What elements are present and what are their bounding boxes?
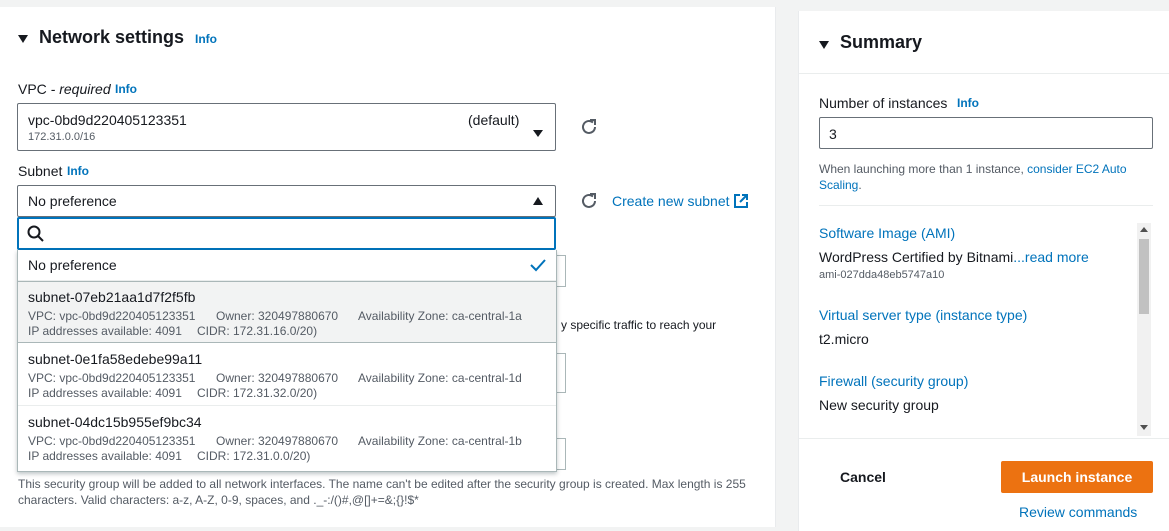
option-title: No preference [28, 257, 117, 273]
vpc-info-link[interactable]: Info [115, 82, 137, 96]
scroll-down-icon[interactable] [1140, 425, 1148, 430]
subnet-option[interactable]: subnet-07eb21aa1d7f2f5fb VPC: vpc-0bd9d2… [18, 281, 556, 343]
option-cidr: CIDR: 172.31.16.0/20) [197, 324, 318, 338]
option-owner: Owner: 320497880670 [216, 434, 339, 448]
section-title: Network settings [39, 27, 185, 47]
ami-summary: WordPress Certified by Bitnami...read mo… [819, 249, 1089, 265]
review-commands-link[interactable]: Review commands [1019, 504, 1137, 520]
option-vpc: VPC: vpc-0bd9d220405123351 [28, 371, 196, 385]
vpc-value: vpc-0bd9d220405123351 [28, 112, 187, 128]
option-ips: IP addresses available: 4091 [28, 324, 182, 338]
instance-type-link[interactable]: Virtual server type (instance type) [819, 307, 1027, 323]
help-suffix: . [858, 178, 862, 192]
firewall-value: New security group [819, 397, 939, 413]
scrollbar-thumb[interactable] [1139, 239, 1149, 314]
option-ips: IP addresses available: 4091 [28, 449, 182, 463]
info-link[interactable]: Info [195, 32, 217, 46]
option-vpc: VPC: vpc-0bd9d220405123351 [28, 309, 196, 323]
instances-input[interactable]: 3 [819, 117, 1153, 149]
collapse-caret-icon[interactable] [18, 30, 28, 46]
option-az: Availability Zone: ca-central-1b [358, 434, 522, 448]
instances-help: When launching more than 1 instance, con… [819, 161, 1149, 193]
subnet-dropdown-list: No preference subnet-07eb21aa1d7f2f5fb V… [17, 250, 557, 472]
option-title: subnet-04dc15b955ef9bc34 [28, 414, 202, 430]
security-group-help: This security group will be added to all… [18, 477, 746, 507]
cancel-button[interactable]: Cancel [840, 469, 886, 485]
option-vpc: VPC: vpc-0bd9d220405123351 [28, 434, 196, 448]
vpc-label-text: VPC [18, 81, 47, 97]
instances-label: Number of instances [819, 95, 948, 111]
option-az: Availability Zone: ca-central-1a [358, 309, 522, 323]
option-title: subnet-0e1fa58edebe99a11 [28, 351, 203, 367]
instances-info-link[interactable]: Info [957, 96, 979, 110]
refresh-icon[interactable] [580, 192, 598, 210]
option-az: Availability Zone: ca-central-1d [358, 371, 522, 385]
partial-help-text: y specific traffic to reach your [561, 318, 717, 332]
divider [799, 73, 1169, 74]
refresh-icon[interactable] [580, 118, 598, 136]
ami-link[interactable]: Software Image (AMI) [819, 225, 955, 241]
scroll-up-icon[interactable] [1140, 227, 1148, 232]
ami-id: ami-027dda48eb5747a10 [819, 269, 945, 281]
read-more-link[interactable]: ...read more [1013, 249, 1088, 265]
option-cidr: CIDR: 172.31.32.0/20) [197, 386, 318, 400]
subnet-option[interactable]: subnet-04dc15b955ef9bc34 VPC: vpc-0bd9d2… [18, 406, 556, 471]
subnet-label: Subnet [18, 163, 63, 179]
option-title: subnet-07eb21aa1d7f2f5fb [28, 289, 196, 305]
subnet-option[interactable]: subnet-0e1fa58edebe99a11 VPC: vpc-0bd9d2… [18, 343, 556, 406]
vpc-default-tag: (default) [468, 112, 520, 128]
search-icon [27, 225, 44, 245]
divider [819, 205, 1153, 206]
subnet-option[interactable]: No preference [18, 250, 556, 281]
subnet-value: No preference [28, 193, 117, 209]
option-cidr: CIDR: 172.31.0.0/20) [197, 449, 311, 463]
option-owner: Owner: 320497880670 [216, 371, 339, 385]
subnet-search-input[interactable] [17, 217, 556, 250]
subnet-info-link[interactable]: Info [67, 164, 89, 178]
help-text: When launching more than 1 instance, [819, 162, 1028, 176]
vpc-cidr: 172.31.0.0/16 [28, 131, 96, 143]
subnet-select[interactable]: No preference [17, 185, 556, 217]
vpc-select[interactable]: vpc-0bd9d220405123351 172.31.0.0/16 (def… [17, 103, 556, 151]
option-owner: Owner: 320497880670 [216, 309, 339, 323]
chevron-up-icon [533, 197, 543, 205]
instances-value: 3 [829, 126, 837, 142]
chevron-down-icon [533, 124, 543, 140]
summary-title: Summary [840, 32, 923, 52]
divider [799, 438, 1169, 439]
option-ips: IP addresses available: 4091 [28, 386, 182, 400]
collapse-caret-icon[interactable] [819, 36, 829, 52]
external-link-icon[interactable] [734, 194, 748, 211]
create-subnet-link[interactable]: Create new subnet [612, 193, 730, 209]
instance-type-value: t2.micro [819, 331, 869, 347]
firewall-link[interactable]: Firewall (security group) [819, 373, 968, 389]
ami-value: WordPress Certified by Bitnami [819, 249, 1014, 265]
required-text: - required [46, 81, 111, 97]
launch-instance-button[interactable]: Launch instance [1001, 461, 1153, 493]
check-icon [530, 258, 546, 275]
vpc-label: VPC - required [18, 81, 111, 97]
